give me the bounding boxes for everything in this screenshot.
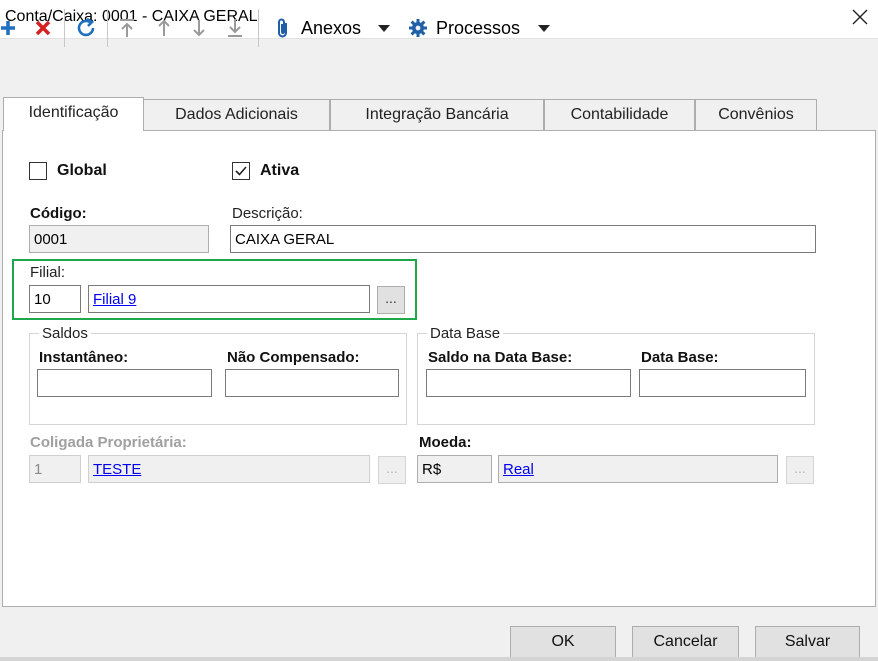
instantaneo-field[interactable]: [37, 369, 212, 397]
data-base-field[interactable]: [639, 369, 806, 397]
add-icon[interactable]: [0, 16, 20, 40]
descricao-field[interactable]: CAIXA GERAL: [230, 225, 816, 253]
tab-dados-adicionais[interactable]: Dados Adicionais: [143, 99, 330, 130]
paperclip-icon[interactable]: [271, 16, 295, 40]
tab-convenios[interactable]: Convênios: [695, 99, 817, 130]
data-base-group-title: Data Base: [427, 325, 504, 342]
toolbar: [0, 38, 878, 94]
ok-button[interactable]: OK: [510, 626, 616, 658]
filial-lookup-button[interactable]: ...: [377, 286, 405, 314]
refresh-icon[interactable]: [74, 16, 98, 40]
ativa-label: Ativa: [260, 162, 300, 179]
chevron-down-icon[interactable]: [538, 25, 550, 32]
filial-name-field[interactable]: Filial 9: [88, 285, 370, 313]
global-checkbox[interactable]: [29, 162, 47, 180]
moeda-name-link[interactable]: Real: [503, 461, 534, 478]
processos-button-label[interactable]: Processos: [436, 18, 520, 39]
moeda-label: Moeda:: [419, 434, 472, 451]
data-base-label: Data Base:: [641, 349, 719, 366]
move-up-icon[interactable]: [152, 16, 176, 40]
move-last-icon[interactable]: [223, 16, 247, 40]
cancelar-button[interactable]: Cancelar: [632, 626, 739, 658]
window-bottom-edge: [0, 657, 878, 661]
saldo-data-base-field[interactable]: [426, 369, 631, 397]
coligada-code-field: 1: [29, 455, 81, 483]
codigo-field[interactable]: 0001: [29, 225, 209, 253]
checkmark-icon: [235, 166, 247, 176]
filial-name-link[interactable]: Filial 9: [93, 291, 136, 308]
filial-label: Filial:: [30, 264, 66, 281]
coligada-name-field: TESTE: [88, 455, 370, 483]
salvar-button[interactable]: Salvar: [755, 626, 860, 658]
coligada-label: Coligada Proprietária:: [30, 434, 187, 451]
saldo-data-base-label: Saldo na Data Base:: [428, 349, 573, 366]
tab-integracao-bancaria[interactable]: Integração Bancária: [330, 99, 544, 130]
moeda-name-field[interactable]: Real: [498, 455, 778, 483]
coligada-name-link[interactable]: TESTE: [93, 461, 141, 478]
move-first-icon[interactable]: [115, 16, 139, 40]
toolbar-separator: [107, 9, 108, 47]
toolbar-separator: [64, 9, 65, 47]
gear-icon[interactable]: [406, 16, 430, 40]
tab-identificacao[interactable]: Identificação: [3, 97, 144, 131]
close-icon[interactable]: [848, 5, 872, 29]
filial-code-field[interactable]: 10: [29, 285, 81, 313]
ativa-checkbox[interactable]: [232, 162, 250, 180]
codigo-label: Código:: [30, 205, 87, 222]
moeda-lookup-button: ...: [786, 456, 814, 484]
move-down-icon[interactable]: [187, 16, 211, 40]
chevron-down-icon[interactable]: [378, 25, 390, 32]
instantaneo-label: Instantâneo:: [39, 349, 129, 366]
nao-compensado-field[interactable]: [225, 369, 399, 397]
global-label: Global: [57, 162, 107, 179]
delete-icon[interactable]: [31, 16, 55, 40]
nao-compensado-label: Não Compensado:: [227, 349, 360, 366]
tab-contabilidade[interactable]: Contabilidade: [544, 99, 695, 130]
moeda-code-field[interactable]: R$: [417, 455, 492, 483]
descricao-label: Descrição:: [232, 205, 303, 222]
anexos-button-label[interactable]: Anexos: [301, 18, 361, 39]
saldos-group-title: Saldos: [39, 325, 91, 342]
toolbar-separator: [258, 9, 259, 47]
coligada-lookup-button: ...: [378, 456, 406, 484]
